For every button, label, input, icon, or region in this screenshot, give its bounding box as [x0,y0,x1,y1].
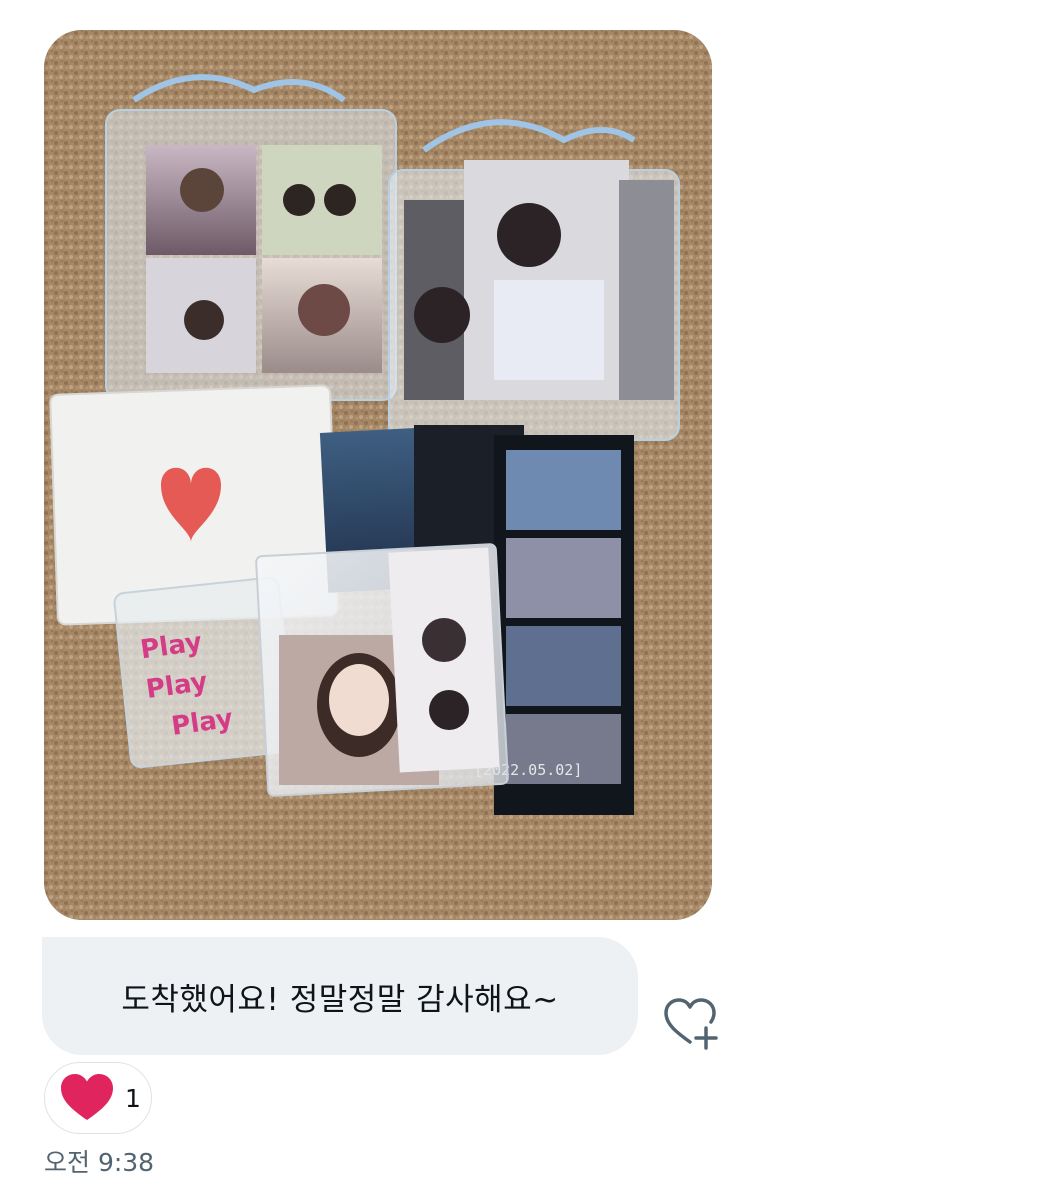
image-attachment[interactable]: Play Play Play [2022.05.02] [44,30,712,920]
organza-bag-right [388,119,680,441]
reaction-count: 1 [125,1083,141,1113]
photo-illustration: Play Play Play [2022.05.02] [44,30,712,920]
message-timestamp: 오전 9:38 [44,1148,155,1177]
dm-message-view: Play Play Play [2022.05.02] 도착했어요! 정말정말 … [0,0,1040,1200]
heart-icon [61,1074,113,1120]
reaction-pill[interactable]: 1 [44,1062,152,1134]
organza-bag-left [105,74,397,401]
message-text: 도착했어요! 정말정말 감사해요~ [121,981,559,1018]
add-reaction-button[interactable] [660,994,722,1052]
photocard-front [255,543,509,797]
heart-plus-icon [664,998,718,1050]
message-bubble[interactable]: 도착했어요! 정말정말 감사해요~ [42,937,638,1055]
